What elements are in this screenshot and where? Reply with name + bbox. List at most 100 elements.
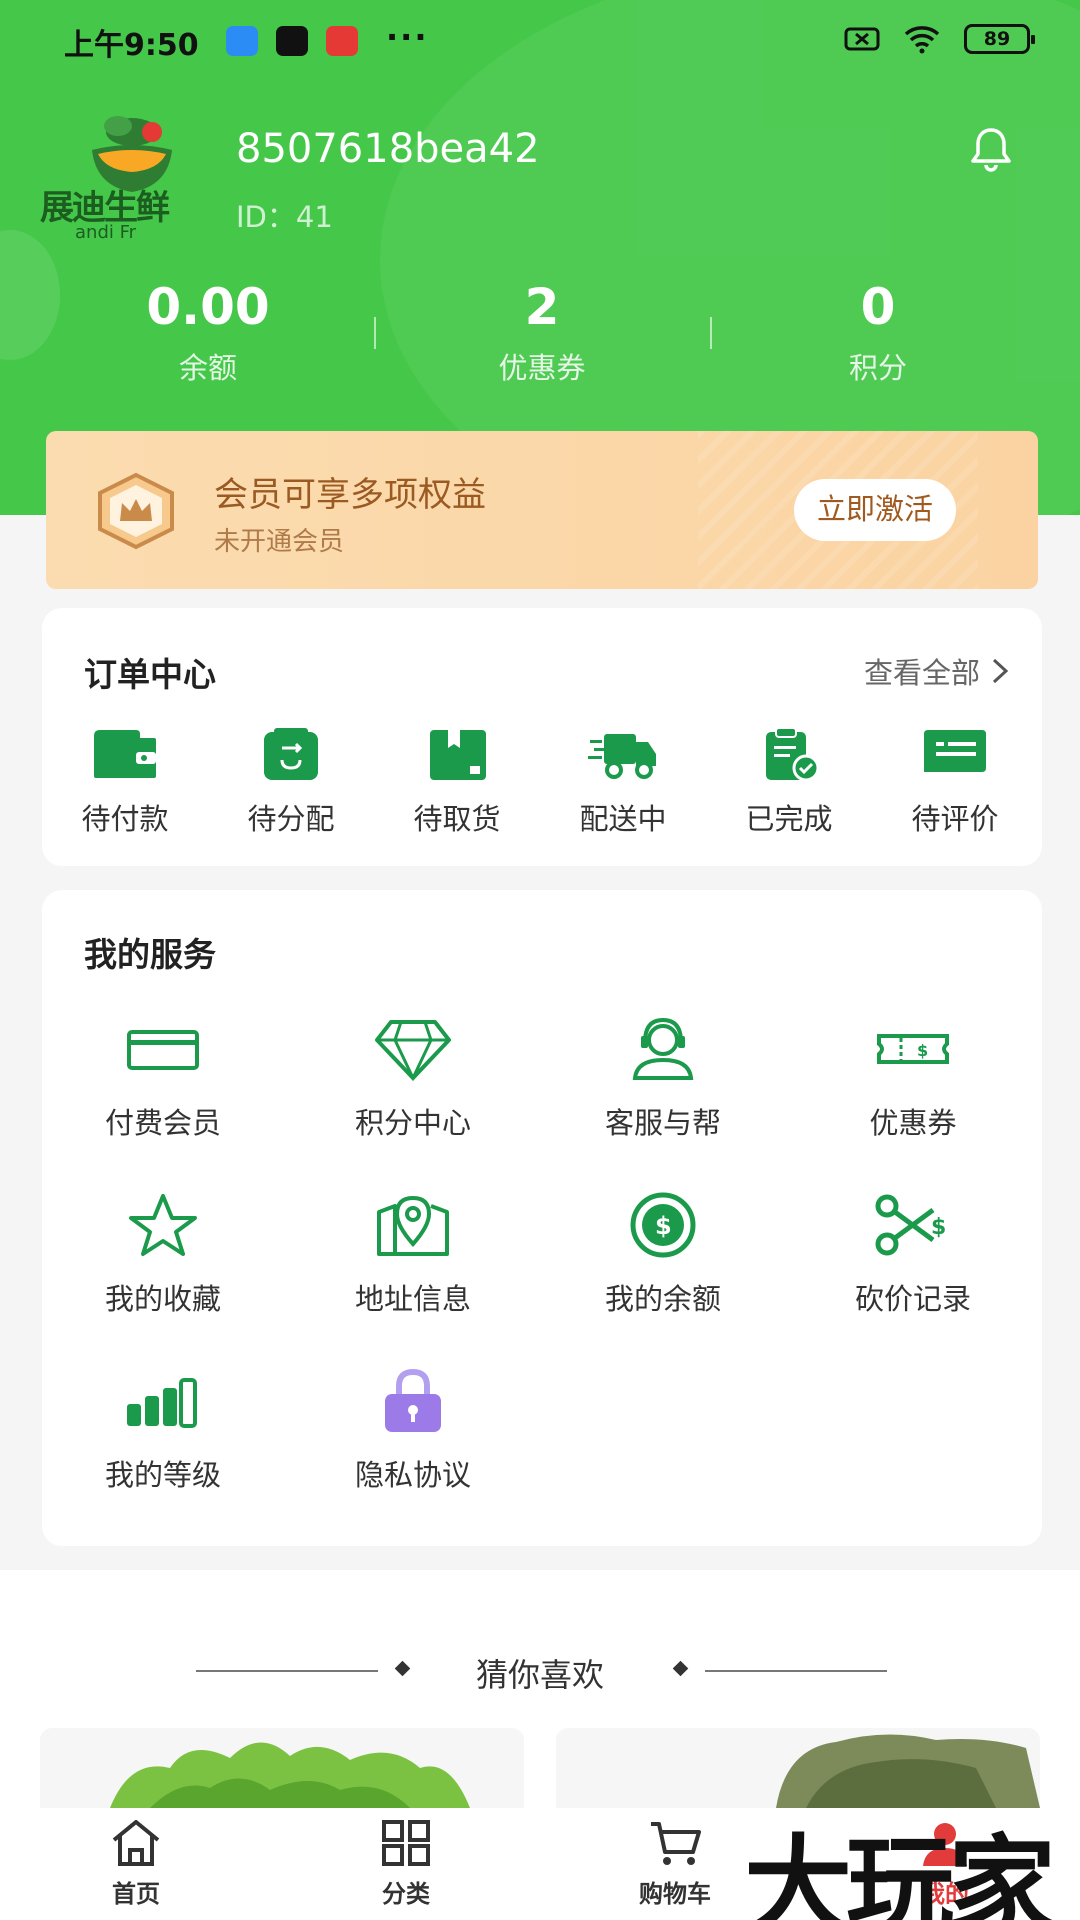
tab-label: 分类 xyxy=(382,1880,430,1908)
truck-icon xyxy=(588,734,656,779)
divider xyxy=(374,317,376,349)
divider xyxy=(710,317,712,349)
stat-value: 0 xyxy=(860,278,896,336)
view-all-label: 查看全部 xyxy=(863,656,980,690)
stat-label: 优惠券 xyxy=(498,351,586,385)
sim-icon xyxy=(844,27,880,51)
order-label: 待取货 xyxy=(413,802,501,836)
tab-mine[interactable]: 我的 xyxy=(875,1818,1015,1909)
battery-indicator: 89 xyxy=(964,24,1035,54)
allocate-icon xyxy=(264,728,318,780)
tab-label: 我的 xyxy=(921,1880,969,1908)
star-icon xyxy=(129,1194,197,1256)
message-app-icon xyxy=(226,26,258,56)
order-label: 配送中 xyxy=(579,802,667,836)
crown-badge-icon xyxy=(98,472,174,550)
stat-balance[interactable]: 0.00 余额 xyxy=(78,275,338,387)
svg-text:$: $ xyxy=(917,1041,928,1060)
status-time: 上午9:50 xyxy=(64,28,199,63)
order-center-card: 订单中心 查看全部 待付款 待分配 待取货 配送中 已完成 待评价 xyxy=(42,608,1042,866)
order-pending-allocation[interactable]: 待分配 xyxy=(216,726,366,838)
tab-cart[interactable]: 购物车 xyxy=(605,1818,745,1909)
order-pending-review[interactable]: 待评价 xyxy=(880,726,1030,838)
divider xyxy=(705,1670,887,1672)
stat-value: 0.00 xyxy=(146,278,270,336)
tab-label: 购物车 xyxy=(639,1880,711,1908)
comment-icon xyxy=(924,730,986,772)
order-center-title: 订单中心 xyxy=(84,655,216,694)
service-privacy-policy[interactable]: 隐私协议 xyxy=(308,1366,518,1494)
stat-label: 余额 xyxy=(178,351,237,385)
tiktok-app-icon xyxy=(276,26,308,56)
user-id: ID：41 xyxy=(236,200,333,234)
user-icon xyxy=(923,1823,967,1866)
service-paid-membership[interactable]: 付费会员 xyxy=(58,1014,268,1142)
order-pending-pickup[interactable]: 待取货 xyxy=(382,726,532,838)
service-label: 砍价记录 xyxy=(854,1282,971,1316)
service-coupons[interactable]: $ 优惠券 xyxy=(808,1014,1018,1142)
ticket-icon: $ xyxy=(877,1034,949,1064)
service-points-center[interactable]: 积分中心 xyxy=(308,1014,518,1142)
service-favorites[interactable]: 我的收藏 xyxy=(58,1190,268,1318)
recommendations-title: 猜你喜欢 xyxy=(475,1656,604,1694)
product-card[interactable] xyxy=(40,1728,524,1808)
tab-home[interactable]: 首页 xyxy=(66,1818,206,1909)
service-label: 我的等级 xyxy=(104,1458,221,1492)
service-bargain-records[interactable]: $ 砍价记录 xyxy=(808,1190,1018,1318)
clipboard-check-icon xyxy=(766,727,820,782)
coin-icon: $ xyxy=(630,1192,696,1258)
brand-logo-subtext: andi Fr xyxy=(75,222,137,240)
my-services-title: 我的服务 xyxy=(84,935,216,974)
service-label: 优惠券 xyxy=(869,1106,957,1140)
order-label: 待付款 xyxy=(81,802,169,836)
service-my-level[interactable]: 我的等级 xyxy=(58,1366,268,1494)
tab-label: 首页 xyxy=(112,1880,160,1908)
view-all-orders-link[interactable]: 查看全部 xyxy=(864,650,1010,692)
level-bars-icon xyxy=(127,1378,197,1428)
svg-text:$: $ xyxy=(655,1212,672,1240)
service-label: 隐私协议 xyxy=(354,1458,471,1492)
order-in-delivery[interactable]: 配送中 xyxy=(548,726,698,838)
cart-icon xyxy=(651,1822,701,1865)
stat-label: 积分 xyxy=(848,351,907,385)
lock-icon xyxy=(385,1368,441,1432)
order-label: 待分配 xyxy=(247,802,335,836)
diamond-icon xyxy=(375,1020,451,1082)
service-label: 地址信息 xyxy=(354,1282,471,1316)
status-bar: 上午9:50 ··· 89 xyxy=(0,0,1080,80)
service-label: 我的余额 xyxy=(604,1282,721,1316)
my-services-card: 我的服务 付费会员 积分中心 客服与帮 $ 优惠券 我的收藏 地址信息 $ 我的… xyxy=(42,890,1042,1546)
chevron-right-icon xyxy=(992,658,1009,684)
service-label: 客服与帮 xyxy=(604,1106,721,1140)
service-customer-help[interactable]: 客服与帮 xyxy=(558,1014,768,1142)
service-label: 付费会员 xyxy=(104,1106,221,1140)
tab-category[interactable]: 分类 xyxy=(336,1818,476,1909)
wifi-icon xyxy=(904,26,940,54)
map-pin-icon xyxy=(377,1195,449,1256)
service-address-info[interactable]: 地址信息 xyxy=(308,1190,518,1318)
account-stats: 0.00 余额 2 优惠券 0 积分 xyxy=(0,275,1080,395)
svg-text:$: $ xyxy=(931,1215,946,1240)
scissors-icon: $ xyxy=(875,1194,946,1256)
service-label: 我的收藏 xyxy=(104,1282,221,1316)
home-icon xyxy=(112,1820,160,1866)
member-banner[interactable]: 会员可享多项权益 未开通会员 立即激活 xyxy=(46,431,1038,589)
username[interactable]: 8507618bea42 xyxy=(236,126,540,172)
member-status: 未开通会员 xyxy=(214,527,345,557)
stat-coupons[interactable]: 2 优惠券 xyxy=(412,275,672,387)
order-label: 待评价 xyxy=(911,802,999,836)
member-title: 会员可享多项权益 xyxy=(214,475,486,515)
order-completed[interactable]: 已完成 xyxy=(714,726,864,838)
order-pending-payment[interactable]: 待付款 xyxy=(50,726,200,838)
bell-icon[interactable] xyxy=(966,124,1016,174)
card-icon xyxy=(127,1030,199,1070)
package-icon xyxy=(430,730,486,780)
activate-member-button[interactable]: 立即激活 xyxy=(794,479,956,541)
wallet-icon xyxy=(94,730,156,778)
product-image xyxy=(110,1742,470,1808)
service-my-balance[interactable]: $ 我的余额 xyxy=(558,1190,768,1318)
bottom-tab-bar: 首页 分类 购物车 我的 xyxy=(0,1808,1080,1920)
product-card[interactable] xyxy=(556,1728,1040,1808)
stat-points[interactable]: 0 积分 xyxy=(748,275,1008,387)
service-label: 积分中心 xyxy=(354,1106,471,1140)
